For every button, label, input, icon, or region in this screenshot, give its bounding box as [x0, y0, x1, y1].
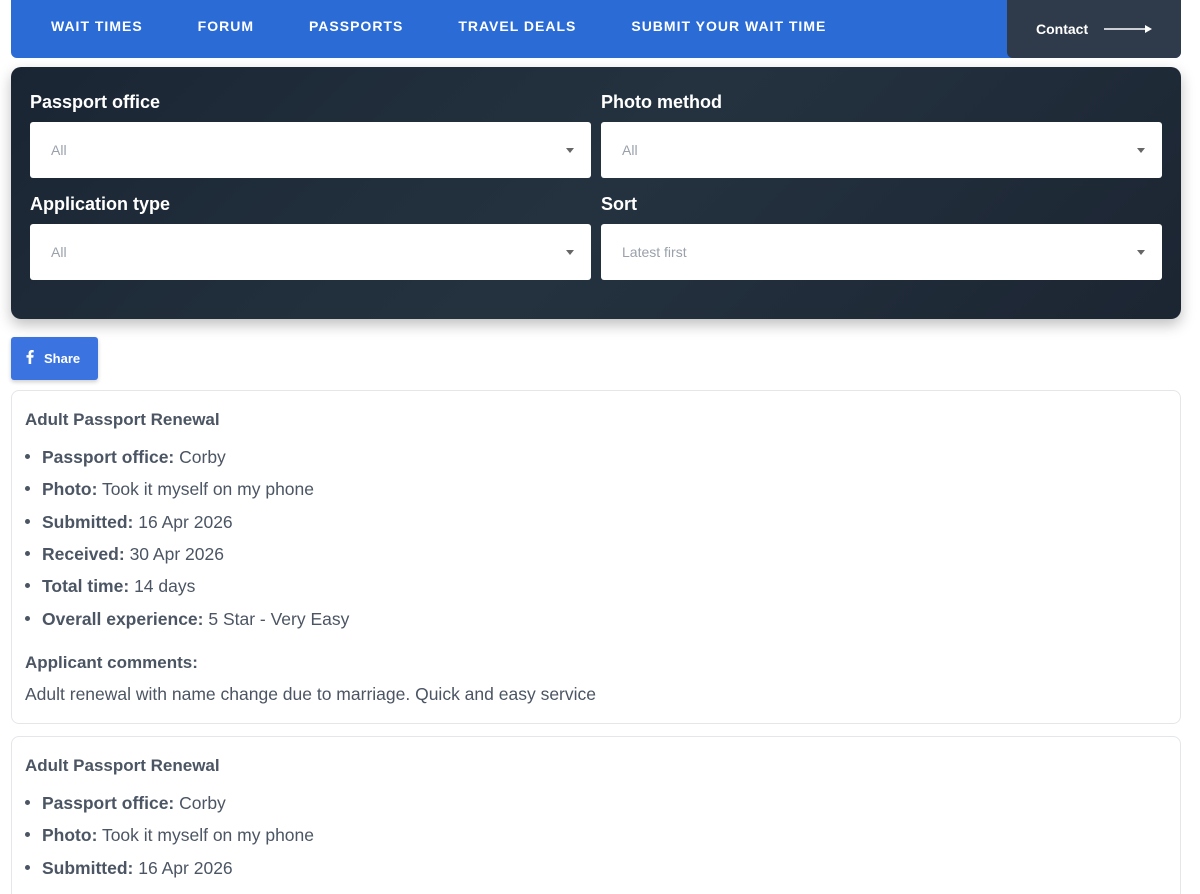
nav-link-travel-deals[interactable]: TRAVEL DEALS	[458, 18, 576, 34]
caret-down-icon	[1137, 148, 1145, 153]
photo-method-select[interactable]: All	[601, 122, 1162, 178]
filter-label: Application type	[30, 194, 171, 214]
detail-item: Received: 30 Apr 2026	[25, 544, 224, 565]
detail-item: Total time: 14 days	[25, 576, 195, 597]
detail-item: Passport office: Corby	[25, 793, 226, 814]
top-navbar: WAIT TIMES FORUM PASSPORTS TRAVEL DEALS …	[11, 0, 1181, 58]
nav-link-passports[interactable]: PASSPORTS	[309, 18, 403, 34]
comments-label: Applicant comments:	[25, 653, 198, 672]
detail-item: Submitted: 16 Apr 2026	[25, 858, 233, 879]
filter-label: Sort	[601, 194, 637, 214]
comments-text: Adult renewal with name change due to ma…	[25, 684, 596, 704]
detail-item: Photo: Took it myself on my phone	[25, 479, 314, 500]
facebook-share-button[interactable]: Share	[11, 337, 98, 380]
detail-item: Submitted: 16 Apr 2026	[25, 512, 233, 533]
filter-label: Passport office	[30, 92, 161, 112]
filter-label: Photo method	[601, 92, 722, 112]
caret-down-icon	[1137, 250, 1145, 255]
wait-time-card: Adult Passport Renewal Passport office: …	[11, 736, 1181, 894]
share-label: Share	[44, 351, 81, 366]
contact-label: Contact	[1036, 21, 1089, 37]
detail-item: Passport office: Corby	[25, 447, 226, 468]
detail-item: Photo: Took it myself on my phone	[25, 825, 314, 846]
select-value: Latest first	[622, 244, 687, 260]
nav-link-submit-wait-time[interactable]: SUBMIT YOUR WAIT TIME	[631, 18, 826, 34]
detail-item: Overall experience: 5 Star - Very Easy	[25, 609, 349, 630]
caret-down-icon	[566, 148, 574, 153]
nav-links: WAIT TIMES FORUM PASSPORTS TRAVEL DEALS …	[51, 0, 881, 52]
sort-select[interactable]: Latest first	[601, 224, 1162, 280]
caret-down-icon	[566, 250, 574, 255]
passport-office-select[interactable]: All	[30, 122, 591, 178]
nav-link-wait-times[interactable]: WAIT TIMES	[51, 18, 143, 34]
select-value: All	[622, 142, 638, 158]
card-title: Adult Passport Renewal	[25, 410, 220, 429]
wait-time-card: Adult Passport Renewal Passport office: …	[11, 390, 1181, 724]
application-type-select[interactable]: All	[30, 224, 591, 280]
facebook-icon	[26, 350, 34, 367]
select-value: All	[51, 142, 67, 158]
filter-panel: Passport office All Photo method All App…	[11, 67, 1181, 319]
select-value: All	[51, 244, 67, 260]
card-title: Adult Passport Renewal	[25, 756, 220, 775]
contact-button[interactable]: Contact	[1007, 0, 1181, 58]
arrow-right-icon	[1104, 21, 1154, 37]
nav-link-forum[interactable]: FORUM	[198, 18, 254, 34]
